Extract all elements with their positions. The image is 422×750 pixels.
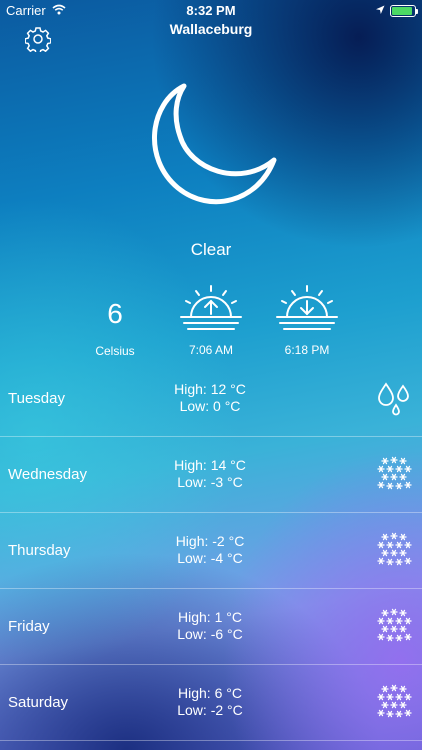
- sunset: 6:18 PM: [272, 283, 342, 357]
- forecast-day: Wednesday: [8, 466, 87, 483]
- forecast-low: Low: -4 °C: [177, 550, 243, 566]
- snow-icon: [376, 456, 412, 492]
- forecast-row-wednesday[interactable]: Wednesday High: 14 °C Low: -3 °C: [0, 437, 422, 513]
- sunset-time: 6:18 PM: [284, 343, 330, 357]
- forecast-list: Tuesday High: 12 °C Low: 0 °C Wednesday …: [0, 361, 422, 741]
- raindrops-icon: [376, 380, 412, 416]
- forecast-day: Tuesday: [8, 390, 65, 407]
- forecast-low: Low: -6 °C: [177, 626, 243, 642]
- forecast-day: Friday: [8, 618, 50, 635]
- weather-condition: Clear: [190, 240, 232, 259]
- gear-icon[interactable]: [24, 26, 52, 55]
- battery-icon: [390, 4, 418, 17]
- forecast-high: High: 12 °C: [174, 381, 246, 397]
- forecast-low: Low: -3 °C: [177, 474, 243, 490]
- snow-icon: [376, 608, 412, 644]
- sunrise-icon: [176, 283, 246, 341]
- sunset-icon: [272, 283, 342, 341]
- battery-fill: [392, 6, 412, 15]
- snow-icon: [376, 684, 412, 720]
- status-bar: Carrier 8:32 PM: [0, 0, 422, 22]
- forecast-low: Low: -2 °C: [177, 702, 243, 718]
- forecast-temps: High: -2 °C Low: -4 °C: [140, 533, 280, 567]
- forecast-row-tuesday[interactable]: Tuesday High: 12 °C Low: 0 °C: [0, 361, 422, 437]
- forecast-high: High: 1 °C: [178, 609, 242, 625]
- forecast-temps: High: 1 °C Low: -6 °C: [140, 609, 280, 643]
- sunrise: 7:06 AM: [176, 283, 246, 357]
- forecast-row-thursday[interactable]: Thursday High: -2 °C Low: -4 °C: [0, 513, 422, 589]
- forecast-day: Saturday: [8, 694, 69, 711]
- status-time: 8:32 PM: [186, 3, 236, 18]
- city-title: Wallaceburg: [169, 21, 253, 37]
- forecast-row-saturday[interactable]: Saturday High: 6 °C Low: -2 °C: [0, 665, 422, 741]
- forecast-temps: High: 6 °C Low: -2 °C: [140, 685, 280, 719]
- snow-icon: [376, 532, 412, 568]
- current-temperature: 6 Celsius: [80, 296, 150, 358]
- forecast-temps: High: 14 °C Low: -3 °C: [140, 457, 280, 491]
- forecast-high: High: 6 °C: [178, 685, 242, 701]
- forecast-high: High: -2 °C: [175, 533, 245, 549]
- forecast-row-friday[interactable]: Friday High: 1 °C Low: -6 °C: [0, 589, 422, 665]
- location-arrow-icon: [375, 3, 385, 18]
- forecast-day: Thursday: [8, 542, 71, 559]
- sunrise-time: 7:06 AM: [188, 343, 234, 357]
- temperature-unit: Celsius: [95, 344, 135, 358]
- forecast-temps: High: 12 °C Low: 0 °C: [140, 381, 280, 415]
- forecast-high: High: 14 °C: [174, 457, 246, 473]
- forecast-low: Low: 0 °C: [179, 398, 241, 414]
- moon-icon: [140, 78, 280, 213]
- temperature-value: 6: [107, 298, 123, 329]
